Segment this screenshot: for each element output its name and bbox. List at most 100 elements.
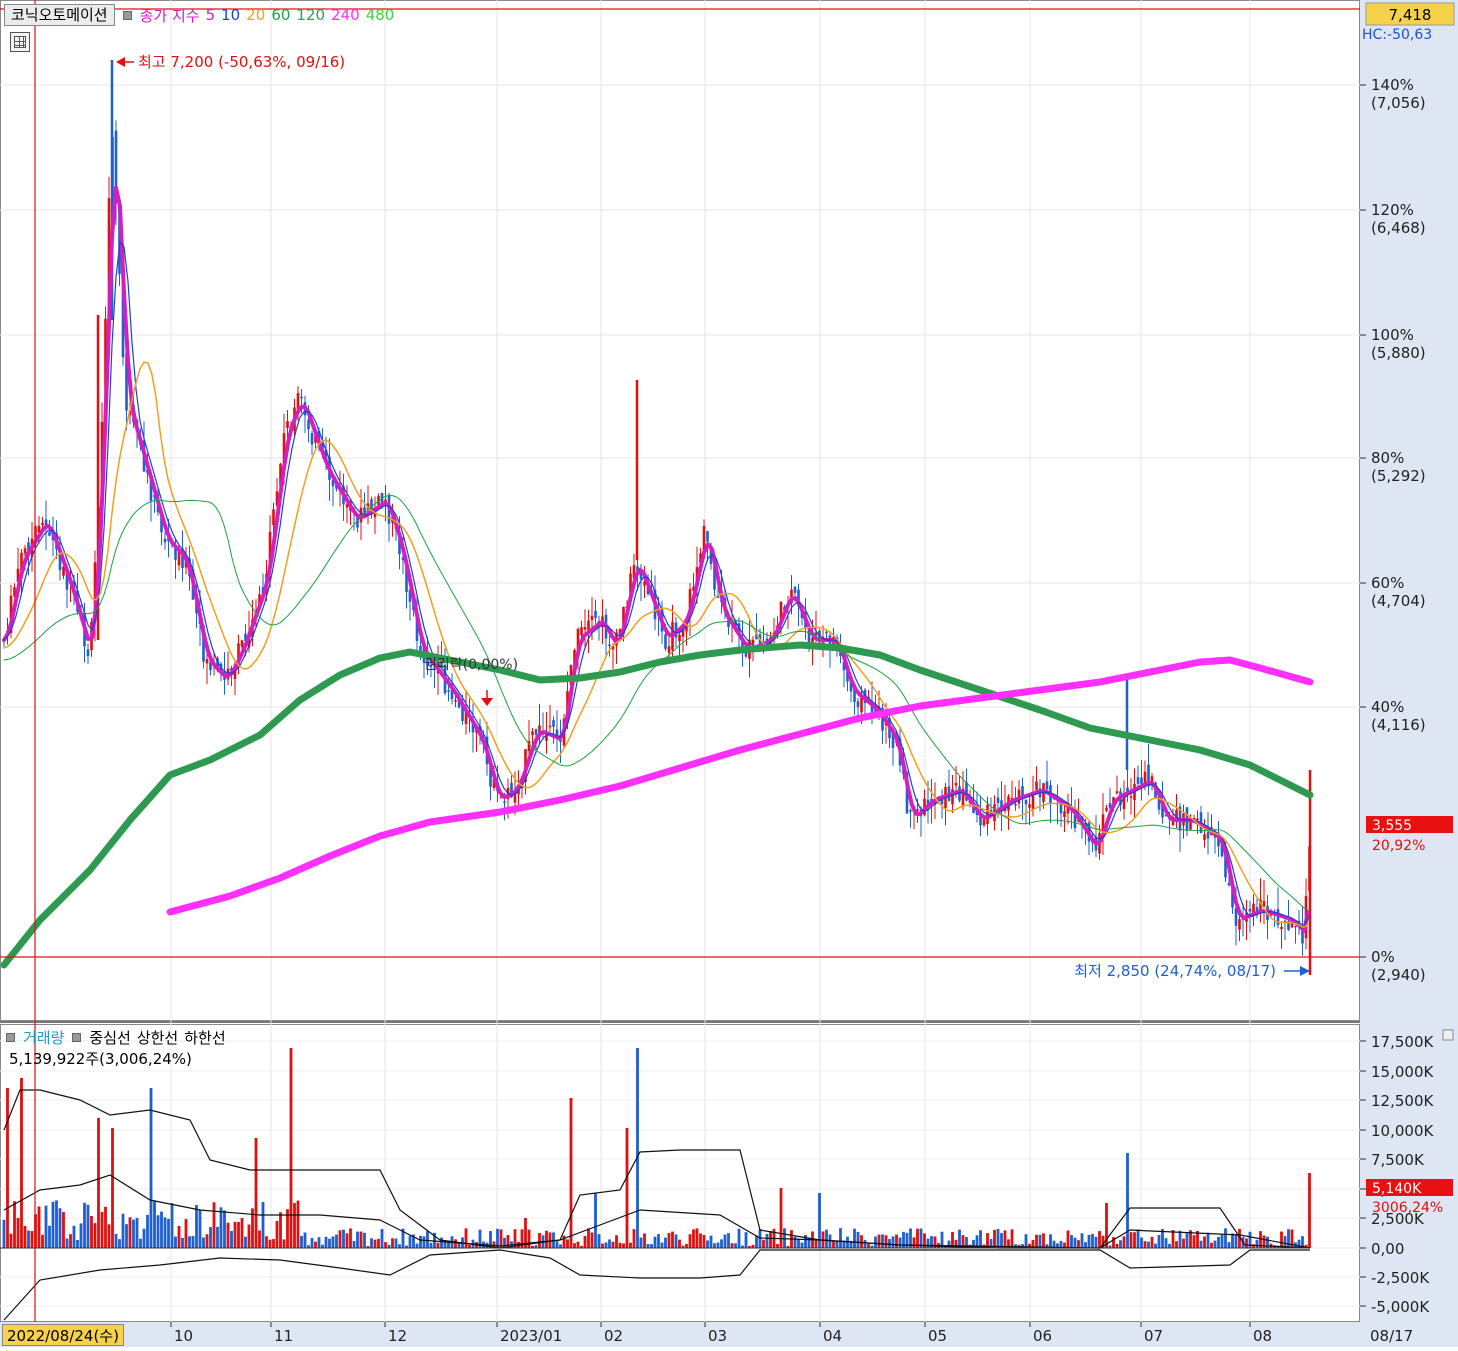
volume-bar <box>310 1238 314 1248</box>
volume-label[interactable]: 거래량 <box>23 1027 64 1048</box>
volume-bar <box>160 1211 163 1248</box>
volume-bar <box>275 1221 279 1248</box>
volume-bar <box>37 1206 41 1248</box>
price-pct-label: 80% <box>1371 449 1404 467</box>
candle-body <box>1115 791 1119 794</box>
candle-body <box>447 690 450 692</box>
volume-bar <box>527 1229 531 1248</box>
price-value-label: (2,940) <box>1371 966 1426 984</box>
volume-bar <box>48 1225 51 1248</box>
volume-bar <box>1210 1242 1213 1248</box>
volume-bar <box>702 1235 706 1248</box>
volume-bar <box>1087 1234 1091 1248</box>
volume-bar <box>44 1205 48 1248</box>
volume-axis-label: 12,500K <box>1371 1092 1434 1110</box>
volume-bar <box>1049 1234 1052 1248</box>
volume-bar <box>503 1237 506 1248</box>
lower-line-label[interactable]: 하한선 <box>184 1027 225 1048</box>
volume-bar <box>1129 1232 1133 1248</box>
volume-bar <box>755 1235 758 1248</box>
candle-body <box>1059 803 1063 814</box>
candle-body <box>664 634 667 649</box>
volume-bar <box>135 1217 139 1248</box>
volume-bar <box>716 1242 720 1248</box>
volume-bar <box>566 1239 569 1248</box>
volume-axis-label: 7,500K <box>1371 1151 1425 1169</box>
current-price-tag: 7,418 <box>1365 2 1455 26</box>
candle-body <box>1028 804 1031 808</box>
volume-bar <box>615 1235 618 1248</box>
volume-bar <box>737 1228 741 1248</box>
volume-bar <box>835 1241 839 1248</box>
ma-20-label[interactable]: 20 <box>246 6 265 24</box>
volume-bar <box>744 1232 748 1248</box>
volume-bar <box>219 1207 223 1248</box>
month-label: 05 <box>928 1327 947 1345</box>
candle-body <box>1206 832 1210 839</box>
stock-chart-window: 최고 7,200 (-50,63%, 09/16) 최저 2,850 (24,7… <box>0 0 1458 1347</box>
ma-60-label[interactable]: 60 <box>271 6 290 24</box>
candle-body <box>608 644 611 647</box>
upper-line-label[interactable]: 상한선 <box>137 1027 178 1048</box>
ma-title[interactable]: 종가 지수 <box>140 5 200 26</box>
volume-bar <box>55 1200 58 1248</box>
symbol-name[interactable]: 코닉오토메이션 <box>4 4 115 26</box>
volume-bar <box>335 1234 338 1248</box>
volume-bar <box>559 1244 562 1248</box>
candle-body <box>1105 807 1108 811</box>
volume-bar <box>548 1232 552 1248</box>
ma-120-label[interactable]: 120 <box>296 6 325 24</box>
volume-bar <box>646 1244 650 1248</box>
candle-body <box>667 646 671 653</box>
volume-bar <box>874 1236 877 1248</box>
volume-bar <box>867 1243 870 1248</box>
candle-body <box>793 586 797 593</box>
volume-bar <box>380 1228 384 1248</box>
ma-5-label[interactable]: 5 <box>206 6 216 24</box>
candle-body <box>41 522 44 526</box>
moving-average-lines <box>0 185 1314 969</box>
volume-bar <box>674 1234 678 1248</box>
last-price-pct: 20,92% <box>1372 838 1425 854</box>
volume-bar <box>41 1234 44 1248</box>
candle-body <box>909 809 912 812</box>
volume-bar <box>597 1234 601 1248</box>
chart-canvas[interactable]: 최고 7,200 (-50,63%, 09/16) 최저 2,850 (24,7… <box>0 0 1458 1347</box>
month-label: 08 <box>1253 1327 1272 1345</box>
volume-bar <box>198 1209 202 1248</box>
volume-bar <box>429 1242 433 1248</box>
ma-10-label[interactable]: 10 <box>221 6 240 24</box>
candle-body <box>552 720 555 727</box>
candle-body <box>1143 771 1147 784</box>
volume-bands <box>0 1089 1311 1321</box>
volume-bar <box>9 1233 13 1248</box>
volume-bar <box>1213 1240 1217 1248</box>
volume-bar <box>440 1237 443 1248</box>
volume-bar <box>1280 1231 1283 1248</box>
volume-bar <box>601 1243 604 1248</box>
volume-bar <box>121 1213 125 1248</box>
volume-bar <box>356 1231 359 1248</box>
down-triangle-icon <box>481 698 493 706</box>
volume-bar <box>23 1225 27 1248</box>
volume-bar <box>1231 1233 1234 1248</box>
high-annotation-text: 최고 7,200 (-50,63%, 09/16) <box>138 53 345 71</box>
center-line-label[interactable]: 중심선 <box>89 1027 130 1048</box>
volume-bar <box>1119 1240 1122 1248</box>
volume-bar <box>1066 1230 1070 1248</box>
candle-body <box>548 725 552 728</box>
low-annotation-text: 최저 2,850 (24,74%, 08/17) <box>1074 962 1276 980</box>
candle-body <box>205 659 209 664</box>
volume-bar <box>205 1234 209 1248</box>
candle-body <box>163 538 167 543</box>
panel-menu-icon[interactable] <box>1442 1029 1454 1041</box>
volume-bar <box>27 1230 30 1248</box>
table-icon[interactable] <box>10 32 30 52</box>
volume-bar <box>576 1241 580 1248</box>
volume-bar <box>237 1221 240 1248</box>
ma-240-label[interactable]: 240 <box>331 6 360 24</box>
price-pct-label: 140% <box>1371 76 1414 94</box>
candle-body <box>583 627 587 630</box>
volume-bar <box>1077 1240 1080 1248</box>
ma-480-label[interactable]: 480 <box>366 6 395 24</box>
